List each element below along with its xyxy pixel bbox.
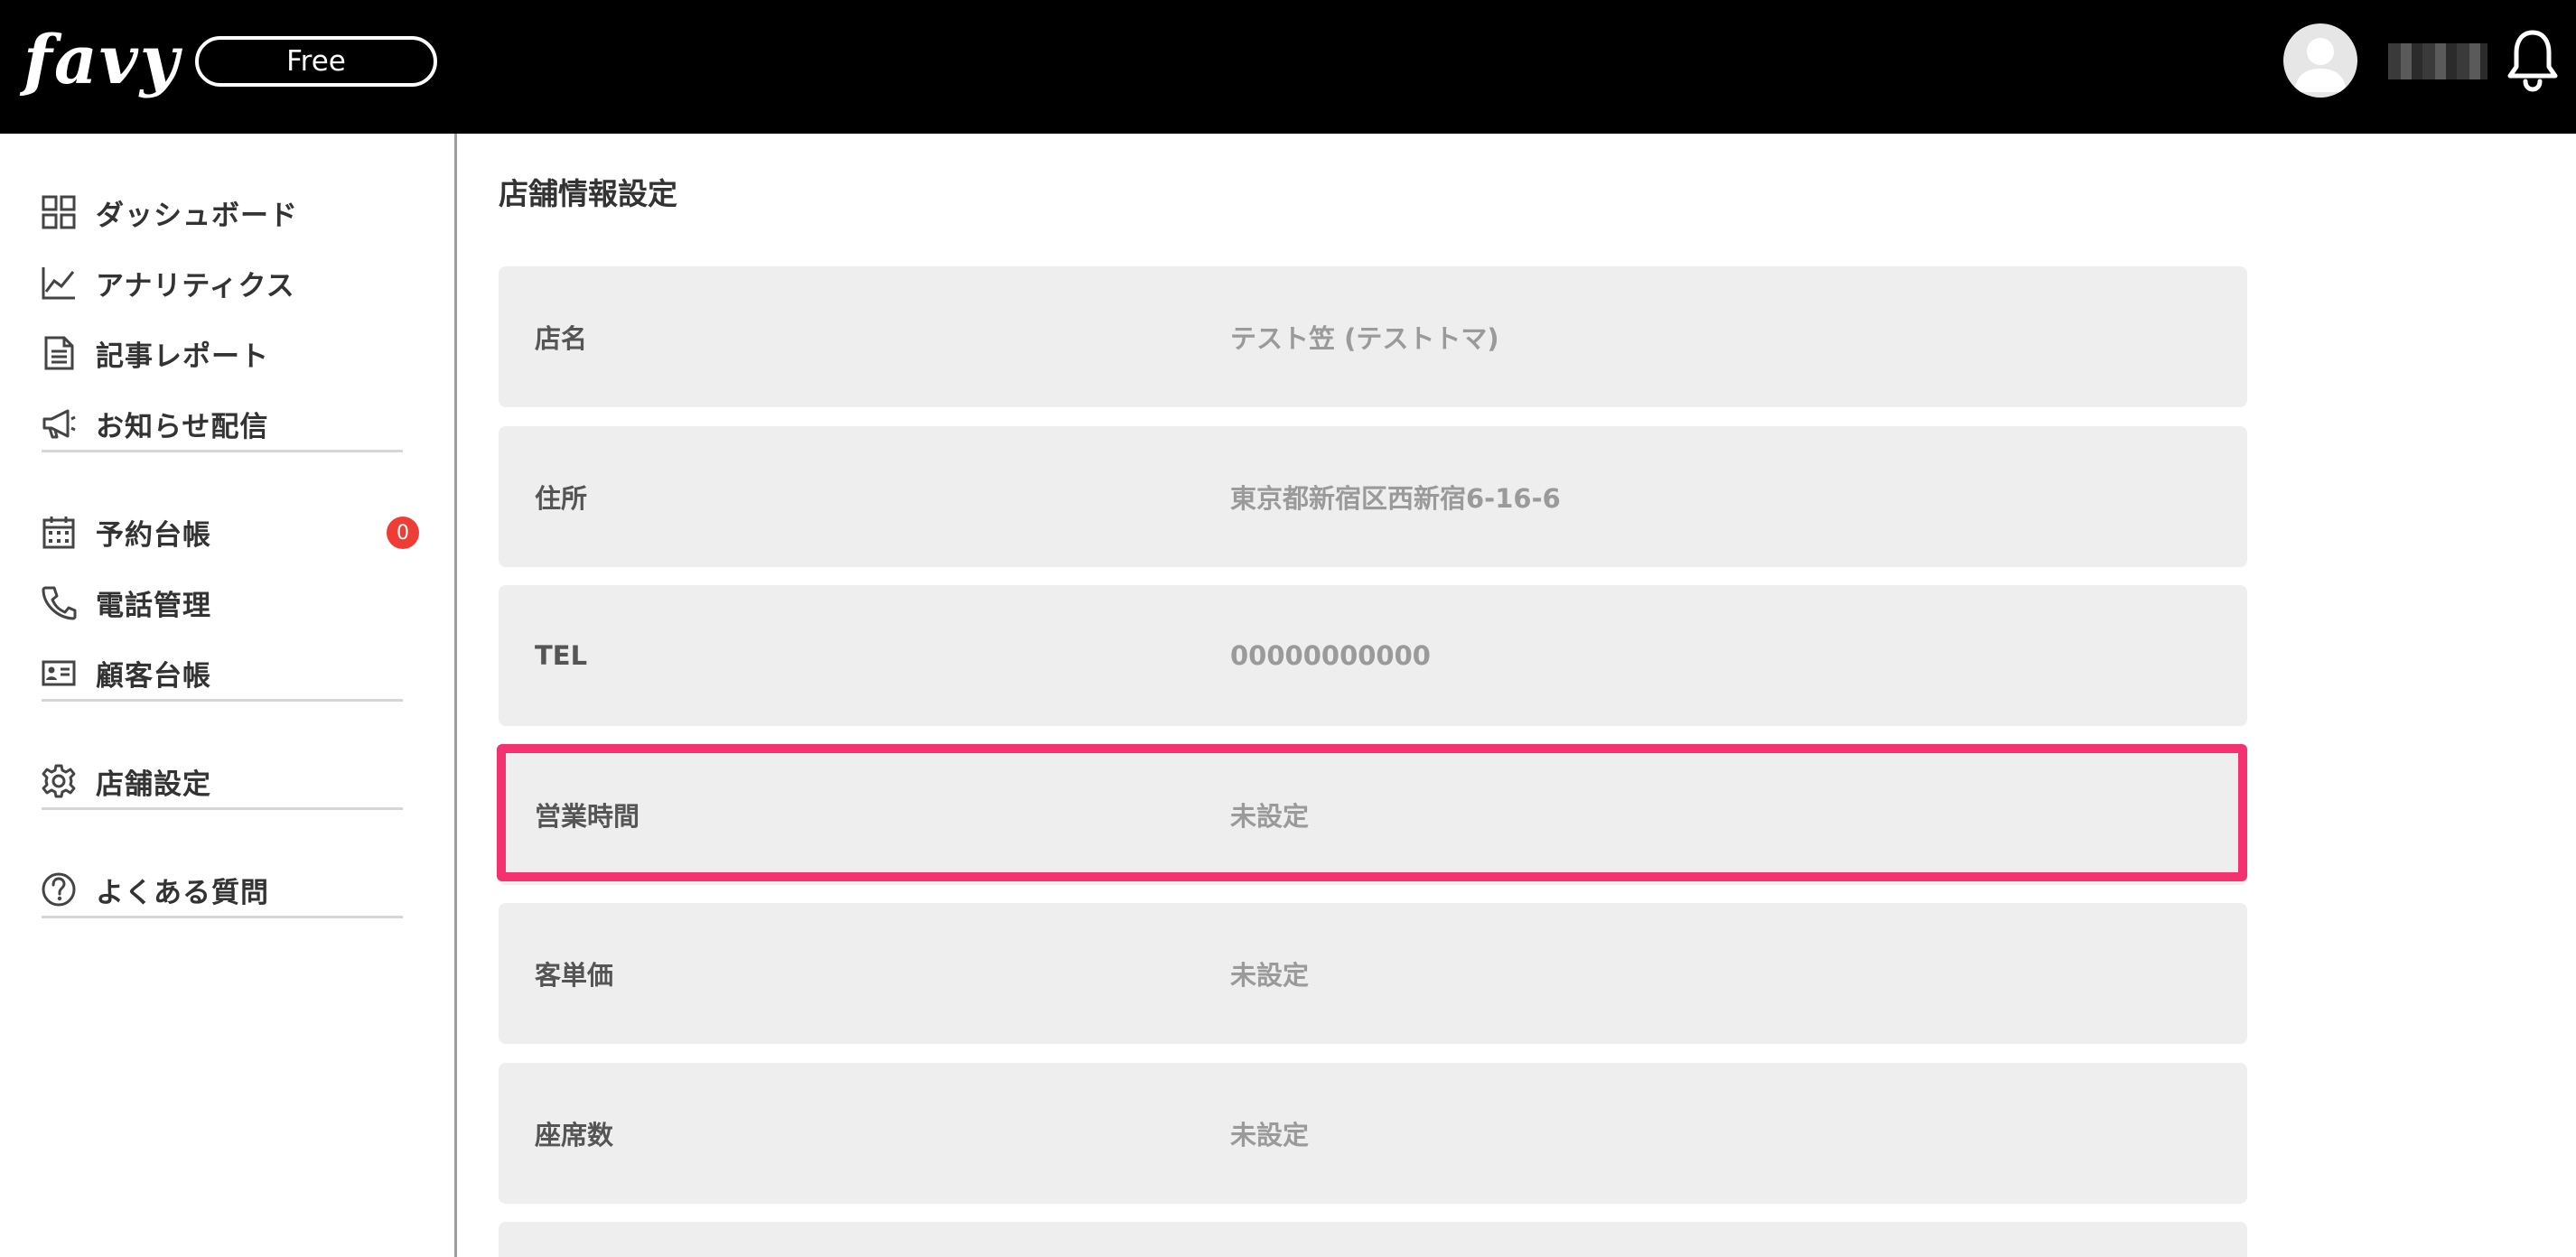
sidebar-item-dashboard[interactable]: ダッシュボード (40, 185, 419, 239)
info-row-tel[interactable]: TEL 00000000000 (499, 585, 2247, 726)
row-label: 客単価 (535, 960, 614, 991)
sidebar-divider (42, 699, 403, 702)
sidebar-item-label: 電話管理 (96, 589, 211, 622)
sidebar-item-label: ダッシュボード (96, 199, 298, 232)
sidebar-item-label: お知らせ配信 (96, 410, 269, 443)
sidebar-item-article-report[interactable]: 記事レポート (40, 326, 419, 380)
info-row-seats[interactable]: 座席数 未設定 (499, 1063, 2247, 1204)
sidebar-item-label: 予約台帳 (96, 518, 211, 552)
gear-icon (40, 762, 78, 800)
sidebar-item-customers[interactable]: 顧客台帳 (40, 646, 419, 700)
info-row-average-spend[interactable]: 客単価 未設定 (499, 903, 2247, 1044)
dashboard-grid-icon (40, 193, 78, 231)
row-label: 営業時間 (535, 801, 640, 832)
row-label: TEL (535, 640, 588, 671)
plan-badge[interactable]: Free (195, 36, 437, 87)
row-value: テスト笠 (テストトマ) (1230, 323, 1499, 354)
megaphone-icon (40, 405, 78, 442)
help-circle-icon (40, 871, 78, 908)
info-row-business-hours[interactable]: 営業時間 未設定 (499, 744, 2247, 885)
calendar-icon (40, 513, 78, 551)
info-row-store-name[interactable]: 店名 テスト笠 (テストトマ) (499, 266, 2247, 407)
page-title: 店舗情報設定 (499, 176, 677, 211)
sidebar-item-store-settings[interactable]: 店舗設定 (40, 754, 419, 808)
sidebar-item-label: よくある質問 (96, 876, 269, 909)
info-row-address[interactable]: 住所 東京都新宿区西新宿6-16-6 (499, 426, 2247, 567)
user-name[interactable]: ████ (2388, 43, 2487, 79)
sidebar-item-reservations[interactable]: 予約台帳 0 (40, 505, 419, 559)
sidebar: ダッシュボード アナリティクス 記事レポート お知らせ配信 予約台帳 0 電話管… (0, 134, 457, 1257)
reservation-count-badge: 0 (387, 517, 419, 549)
logo-text: favy (23, 22, 181, 99)
sidebar-item-label: アナリティクス (96, 269, 295, 303)
sidebar-item-label: 顧客台帳 (96, 659, 211, 693)
row-label: 座席数 (535, 1120, 614, 1150)
row-value: 未設定 (1230, 801, 1310, 832)
row-label: 店名 (535, 323, 588, 354)
row-value: 未設定 (1230, 960, 1310, 991)
id-card-icon (40, 654, 78, 692)
phone-icon (40, 583, 78, 621)
user-silhouette-icon (2294, 38, 2347, 92)
top-header: favy Free ████ (0, 0, 2576, 134)
sidebar-item-faq[interactable]: よくある質問 (40, 862, 419, 917)
row-label: 住所 (535, 483, 588, 514)
favy-logo[interactable]: favy (23, 22, 181, 99)
row-value: 未設定 (1230, 1120, 1310, 1150)
sidebar-divider (42, 450, 403, 452)
user-avatar[interactable] (2283, 23, 2357, 98)
sidebar-item-label: 記事レポート (96, 340, 269, 373)
analytics-chart-icon (40, 264, 78, 302)
sidebar-item-phone[interactable]: 電話管理 (40, 575, 419, 629)
row-value: 東京都新宿区西新宿6-16-6 (1230, 483, 1561, 514)
sidebar-item-analytics[interactable]: アナリティクス (40, 256, 419, 310)
sidebar-divider (42, 807, 403, 810)
info-row-next[interactable] (499, 1222, 2247, 1257)
sidebar-item-announcement[interactable]: お知らせ配信 (40, 396, 419, 451)
row-value: 00000000000 (1230, 640, 1431, 671)
sidebar-divider (42, 916, 403, 918)
sidebar-item-label: 店舗設定 (96, 768, 211, 801)
notification-bell-icon[interactable] (2506, 27, 2560, 92)
document-icon (40, 334, 78, 372)
